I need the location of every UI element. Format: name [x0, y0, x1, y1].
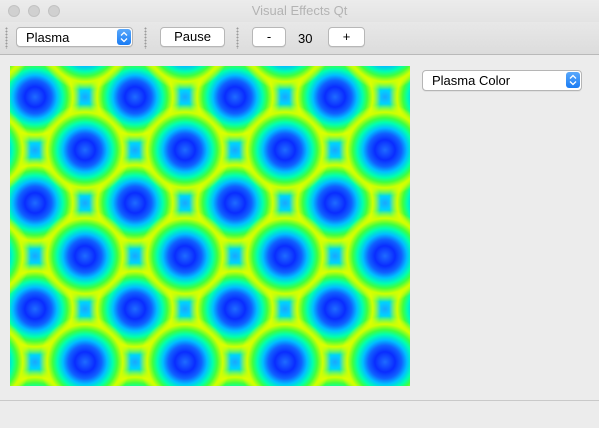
decrease-button[interactable]: - [252, 27, 286, 47]
status-bar [0, 400, 599, 428]
effect-select[interactable]: Plasma [16, 27, 133, 47]
color-select[interactable]: Plasma Color [422, 70, 582, 91]
increase-button[interactable]: + [328, 27, 365, 47]
plasma-canvas [10, 66, 410, 386]
toolbar-grip-icon[interactable] [144, 27, 147, 49]
count-value: 30 [298, 31, 313, 46]
window-title: Visual Effects Qt [251, 3, 348, 18]
chevron-up-down-icon [117, 29, 131, 45]
toolbar-grip-icon[interactable] [5, 27, 8, 49]
color-select-value: Plasma Color [432, 73, 511, 88]
pause-button[interactable]: Pause [160, 27, 225, 47]
toolbar: Plasma Pause - 30 + [0, 22, 599, 55]
title-bar: Visual Effects Qt [0, 0, 599, 22]
app-window: Visual Effects Qt Plasma Pause - 30 + Pl… [0, 0, 599, 428]
toolbar-grip-icon[interactable] [236, 27, 239, 49]
effect-select-value: Plasma [26, 30, 70, 45]
chevron-up-down-icon [566, 72, 580, 88]
